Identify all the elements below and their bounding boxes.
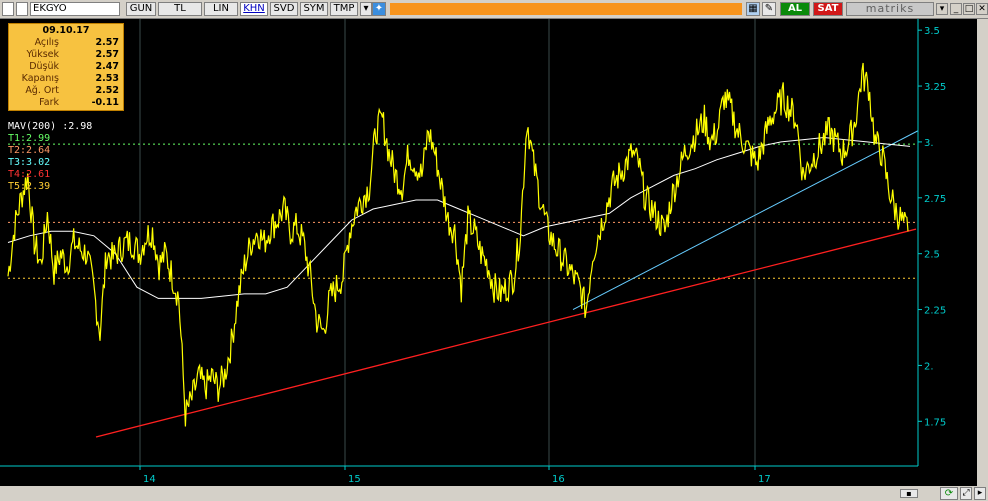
high-value: 2.57 <box>95 49 119 60</box>
dropdown-icon[interactable]: ▾ <box>936 3 948 15</box>
t1-legend: T1:2.99 <box>8 133 51 144</box>
avg-label: Ağ. Ort <box>25 85 59 96</box>
mav-legend: MAV(200) :2.98 <box>8 121 92 133</box>
edit-icon[interactable]: ✎ <box>762 2 776 16</box>
open-value: 2.57 <box>95 37 119 48</box>
close-value: 2.53 <box>95 73 119 84</box>
refresh-icon[interactable]: ⟳ <box>940 487 958 500</box>
minimize-icon[interactable]: _ <box>950 3 962 15</box>
tmp-dropdown-icon[interactable]: ▾ <box>360 2 372 16</box>
scroll-end-icon[interactable]: ▸ <box>974 487 986 500</box>
t5-legend: T5:2.39 <box>8 181 51 192</box>
chart-background <box>0 19 988 486</box>
tab-tl[interactable]: TL <box>158 2 202 16</box>
low-label: Düşük <box>29 61 59 72</box>
y-tick-label: 1.75 <box>924 417 946 428</box>
y-tick-label: 2.5 <box>924 250 940 261</box>
mav-legend-value: :2.98 <box>62 121 93 132</box>
low-value: 2.47 <box>95 61 119 72</box>
symbol-field[interactable]: EKGYO <box>30 2 120 16</box>
x-tick-label-15: 15 <box>348 474 361 485</box>
y-tick-label: 3.5 <box>924 26 940 37</box>
sell-button[interactable]: SAT <box>813 2 843 16</box>
expand-icon[interactable]: ⤢ <box>960 487 972 500</box>
y-tick-label: 3.25 <box>924 82 946 93</box>
tab-tmp[interactable]: TMP <box>330 2 358 16</box>
tab-sym[interactable]: SYM <box>300 2 328 16</box>
maximize-icon[interactable]: □ <box>963 3 975 15</box>
y-tick-label: 2. <box>924 361 934 372</box>
x-tick-label-17: 17 <box>758 474 771 485</box>
diff-value: -0.11 <box>91 97 119 108</box>
open-label: Açılış <box>34 37 59 48</box>
x-tick-label-16: 16 <box>552 474 565 485</box>
x-tick-label-14: 14 <box>143 474 156 485</box>
y-tick-label: 2.75 <box>924 194 946 205</box>
tab-svd[interactable]: SVD <box>270 2 298 16</box>
y-tick-label: 2.25 <box>924 306 946 317</box>
link-icon[interactable] <box>16 2 28 16</box>
buy-button[interactable]: AL <box>780 2 810 16</box>
avg-value: 2.52 <box>95 85 119 96</box>
y-tick-label: 3. <box>924 138 934 149</box>
horizontal-scrollbar[interactable]: ▪ ⟳ ⤢ ▸ <box>0 486 988 501</box>
t2-legend: T2:2.64 <box>8 145 51 156</box>
twitter-icon[interactable]: ✦ <box>372 2 386 16</box>
vertical-scrollbar[interactable] <box>977 19 988 486</box>
chart-icon[interactable]: ▦ <box>746 2 760 16</box>
brand-logo: matriks <box>846 2 934 16</box>
price-info-panel: 09.10.17 Açılış 2.57 Yüksek 2.57 Düşük 2.47… <box>8 23 124 111</box>
info-date: 09.10.17 <box>42 25 90 36</box>
chart-area[interactable]: 3.5 3.25 3. 2.75 2.5 2.25 2. 1.75 14 15 16 17 <box>0 19 988 486</box>
t4-legend: T4:2.61 <box>8 169 51 180</box>
high-label: Yüksek <box>26 49 59 60</box>
close-label: Kapanış <box>21 73 59 84</box>
close-icon[interactable]: ✕ <box>976 3 988 15</box>
t3-legend: T3:3.02 <box>8 157 51 168</box>
tab-gun[interactable]: GUN <box>126 2 156 16</box>
mav-legend-label: MAV(200) <box>8 121 57 132</box>
tab-lin[interactable]: LIN <box>204 2 238 16</box>
status-bar <box>390 3 742 15</box>
scroll-thumb[interactable]: ▪ <box>900 489 918 498</box>
title-bar: EKGYO GUN TL LIN KHN SVD SYM TMP ▾ ✦ ▦ ✎… <box>0 0 988 19</box>
diff-label: Fark <box>39 97 59 108</box>
tab-khn[interactable]: KHN <box>240 2 268 16</box>
window-menu-icon[interactable] <box>2 2 14 16</box>
